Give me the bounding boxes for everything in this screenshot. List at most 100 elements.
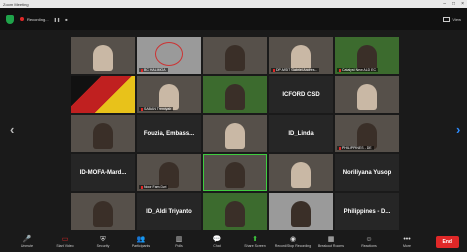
participant-tile[interactable]: BC HALIMOA xyxy=(137,37,201,74)
end-meeting-button[interactable]: End xyxy=(435,236,459,248)
participant-tile[interactable] xyxy=(203,76,267,113)
participant-tile[interactable]: Philippines - D... xyxy=(335,193,399,230)
breakout-rooms-button[interactable]: ▦ Breakout Rooms xyxy=(312,232,350,252)
participants-icon: 👥 xyxy=(136,236,146,243)
polls-icon: ▥ xyxy=(175,236,183,243)
muted-mic-icon xyxy=(339,68,341,72)
muted-mic-icon xyxy=(141,107,143,111)
participant-tile[interactable]: ID-MOFA-Mard... xyxy=(71,154,135,191)
flag-image xyxy=(71,76,135,113)
participant-name-text: BC HALIMOA xyxy=(144,68,166,72)
participant-video-feed xyxy=(225,45,245,71)
participant-video-feed xyxy=(357,84,377,110)
reactions-button[interactable]: ☺ Reactions xyxy=(350,232,388,252)
muted-mic-icon xyxy=(141,68,143,72)
participant-name-label: DP-MSIT Gabriel Andrés... xyxy=(271,68,320,72)
participant-tile[interactable] xyxy=(71,37,135,74)
participant-tile[interactable]: PHILIPPINES - DE xyxy=(335,115,399,152)
more-icon: ••• xyxy=(403,236,411,243)
participant-name-text: DP-MSIT Gabriel Andrés... xyxy=(276,68,318,72)
participant-name-label: SABAN Tremiyah xyxy=(139,107,174,111)
minimize-icon[interactable]: – xyxy=(443,1,446,7)
view-button[interactable]: View xyxy=(443,16,461,22)
participant-tile[interactable] xyxy=(71,115,135,152)
participant-name-label: PHILIPPINES - DE xyxy=(337,146,374,150)
participant-video-feed xyxy=(291,162,311,188)
record-button[interactable]: ◉ Record/Stop Recording xyxy=(274,232,312,252)
unmute-button[interactable]: 🎤 Unmute xyxy=(8,232,46,252)
toolbar-button-label: Chat xyxy=(213,244,221,248)
toolbar-button-label: Start Video xyxy=(56,244,74,248)
reactions-icon: ☺ xyxy=(365,236,373,243)
next-page-icon[interactable]: › xyxy=(456,122,460,137)
window-title: Zoom Meeting xyxy=(3,1,29,7)
participant-video-feed xyxy=(93,45,113,71)
recording-indicator: Recording... ❚❚ ■ xyxy=(20,17,68,22)
participant-name-text: Noor Fam Dwi xyxy=(144,185,167,189)
security-button[interactable]: ⛨ Security xyxy=(84,232,122,252)
share-screen-button[interactable]: ⬆ Share Screen xyxy=(236,232,274,252)
window-titlebar: Zoom Meeting – □ × xyxy=(0,0,467,8)
maximize-icon[interactable]: □ xyxy=(452,1,455,7)
participant-tile[interactable] xyxy=(71,193,135,230)
participant-tile[interactable]: Noor Fam Dwi xyxy=(137,154,201,191)
participant-tile[interactable]: ID_Aldi Triyanto xyxy=(137,193,201,230)
participant-tile[interactable] xyxy=(269,193,333,230)
participant-name-label: Catalyst New ALD EC xyxy=(337,68,379,72)
muted-mic-icon xyxy=(273,68,275,72)
muted-mic-icon xyxy=(339,146,341,150)
participant-video-feed xyxy=(93,201,113,227)
participants-button[interactable]: 👥 Participants xyxy=(122,232,160,252)
participant-name-display: Philippines - D... xyxy=(343,208,391,215)
participant-tile[interactable] xyxy=(71,76,135,113)
share-screen-icon: ⬆ xyxy=(252,236,258,243)
security-shield-icon[interactable] xyxy=(6,14,14,24)
record-icon: ◉ xyxy=(289,236,297,243)
recording-label: Recording... xyxy=(27,16,49,22)
participant-tile[interactable]: SABAN Tremiyah xyxy=(137,76,201,113)
view-label: View xyxy=(452,16,461,22)
participant-video-feed xyxy=(93,123,113,149)
participant-name-display: ICFORD CSD xyxy=(282,91,320,98)
chat-button[interactable]: 💬 Chat xyxy=(198,232,236,252)
participant-tile[interactable] xyxy=(203,115,267,152)
participant-name-label: BC HALIMOA xyxy=(139,68,168,72)
participant-tile[interactable] xyxy=(203,37,267,74)
toolbar-button-label: Breakout Rooms xyxy=(317,244,345,248)
participant-video-feed xyxy=(291,201,311,227)
participant-name-text: SABAN Tremiyah xyxy=(144,107,172,111)
more-button[interactable]: ••• More xyxy=(388,232,426,252)
participant-tile[interactable]: DP-MSIT Gabriel Andrés... xyxy=(269,37,333,74)
muted-mic-icon xyxy=(141,185,143,189)
toolbar-button-label: Security xyxy=(96,244,110,248)
participant-tile[interactable] xyxy=(335,76,399,113)
microphone-icon: 🎤 xyxy=(22,236,32,243)
video-camera-icon: ▭ xyxy=(61,236,69,243)
participant-name-display: Fouzia, Embass... xyxy=(143,130,195,137)
shield-icon: ⛨ xyxy=(100,236,106,243)
participant-tile[interactable]: ID_Linda xyxy=(269,115,333,152)
participant-video-feed xyxy=(225,84,245,110)
meeting-toolbar: 🎤 Unmute ▭ Start Video ⛨ Security 👥 Participant… xyxy=(0,232,467,252)
participant-tile[interactable] xyxy=(203,193,267,230)
participant-tile[interactable]: Fouzia, Embass... xyxy=(137,115,201,152)
pause-recording-icon[interactable]: ❚❚ xyxy=(54,17,61,22)
participant-name-display: ID_Linda xyxy=(288,130,314,137)
participant-tile[interactable]: ICFORD CSD xyxy=(269,76,333,113)
participant-tile[interactable] xyxy=(203,154,267,191)
participant-name-label: Noor Fam Dwi xyxy=(139,185,169,189)
toolbar-button-label: Unmute xyxy=(20,244,34,248)
participant-video-feed xyxy=(225,162,245,188)
participant-tile[interactable]: Noriliyana Yusop xyxy=(335,154,399,191)
start-video-button[interactable]: ▭ Start Video xyxy=(46,232,84,252)
participant-tile[interactable] xyxy=(269,154,333,191)
close-icon[interactable]: × xyxy=(461,1,464,7)
polls-button[interactable]: ▥ Polls xyxy=(160,232,198,252)
participant-tile[interactable]: Catalyst New ALD EC xyxy=(335,37,399,74)
stop-recording-icon[interactable]: ■ xyxy=(65,17,67,22)
toolbar-button-label: Reactions xyxy=(361,244,377,248)
toolbar-button-label: Participants xyxy=(131,244,151,248)
toolbar-button-label: Share Screen xyxy=(244,244,266,248)
participant-name-display: Noriliyana Yusop xyxy=(342,169,392,176)
previous-page-icon[interactable]: ‹ xyxy=(10,122,14,137)
